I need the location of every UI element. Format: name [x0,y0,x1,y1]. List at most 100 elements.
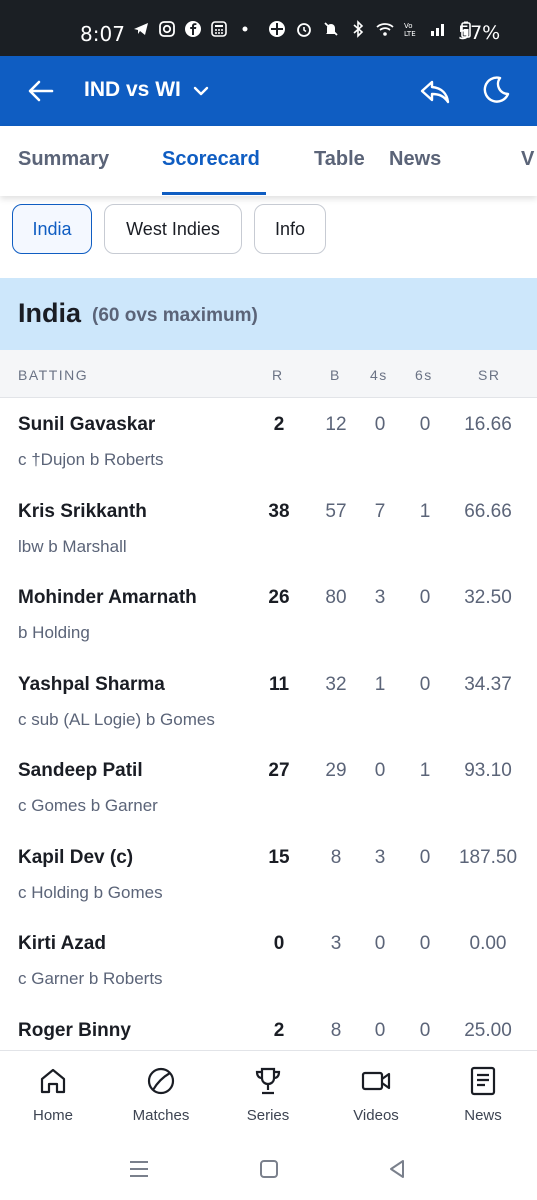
batter-name[interactable]: Sunil Gavaskar [18,414,155,436]
home-button-icon[interactable] [258,1158,280,1180]
recent-apps-icon[interactable] [128,1158,150,1180]
fours-value: 1 [374,673,386,695]
strike-rate-value: 0.00 [469,933,507,954]
nav-matches-label: Matches [132,1107,190,1124]
chip-india[interactable]: India [12,204,92,254]
runs-value: 2 [273,1019,285,1041]
sixes-value: 0 [419,587,431,608]
fours-value: 0 [374,1019,386,1041]
sixes-value: 0 [419,846,431,868]
batter-row[interactable]: Mohinder Amarnath b Holding 26 80 3 0 32.50 [0,571,537,657]
sixes-value: 0 [419,933,431,954]
batter-name[interactable]: Roger Binny [18,1020,131,1042]
notification-icons [132,20,254,38]
dark-mode-icon[interactable] [480,74,512,106]
bluetooth-icon [353,20,364,38]
app-bar: IND vs WI [0,56,537,126]
more-dot-icon [242,26,248,32]
fours-value: 3 [374,846,386,868]
dismissal-text: c †Dujon b Roberts [18,450,164,469]
strike-rate-value: 25.00 [464,1019,512,1041]
balls-value: 32 [325,673,347,695]
team-chips: India West Indies Info [0,204,537,254]
tab-summary[interactable]: Summary [18,148,109,171]
batter-name[interactable]: Yashpal Sharma [18,674,165,696]
mute-icon [324,22,338,36]
sixes-value: 1 [419,500,431,522]
balls-value: 29 [325,760,347,781]
batter-row[interactable]: Kapil Dev (c) c Holding b Gomes 15 8 3 0 187.5… [0,831,537,917]
runs-value: 11 [268,673,290,695]
balls-value: 80 [325,587,347,608]
col-fours: 4s [370,367,388,383]
chevron-down-icon[interactable] [192,82,210,100]
wifi-icon [376,23,394,36]
alarm-icon [297,23,311,37]
batter-row[interactable]: Kirti Azad c Garner b Roberts 0 3 0 0 0.00 [0,917,537,1003]
batter-name[interactable]: Kirti Azad [18,933,106,955]
innings-overs-limit: (60 ovs maximum) [92,305,258,326]
instagram-icon [159,21,175,37]
tab-news[interactable]: News [389,148,441,171]
data-saver-icon [269,21,285,37]
col-sixes: 6s [415,367,433,383]
batter-row[interactable]: Yashpal Sharma c sub (AL Logie) b Gomes 11… [0,658,537,744]
batter-name[interactable]: Mohinder Amarnath [18,587,197,609]
telegram-icon [134,23,148,35]
innings-team-name: India [18,298,82,328]
system-icons: Vo LTE [268,20,475,38]
sixes-value: 0 [419,414,431,435]
status-bar: 8:07 Vo LTE 57% [0,0,537,56]
share-icon[interactable] [418,74,452,108]
batter-name[interactable]: Kris Srikkanth [18,501,147,523]
balls-value: 3 [330,933,342,954]
strike-rate-value: 34.37 [464,673,512,695]
batter-name[interactable]: Kapil Dev (c) [18,847,133,869]
nav-home-label: Home [32,1107,73,1124]
dismissal-text: lbw b Marshall [18,536,127,556]
match-title[interactable]: IND vs WI [84,78,181,102]
runs-value: 26 [268,587,290,608]
col-strike-rate: SR [478,367,501,383]
fours-value: 3 [374,587,386,608]
nav-videos[interactable]: Videos [326,1065,426,1124]
back-arrow-icon[interactable] [26,76,56,106]
strike-rate-value: 187.50 [458,846,518,868]
batter-row[interactable]: Kris Srikkanth lbw b Marshall 38 57 7 1 66.66 [0,485,537,571]
tab-videos[interactable]: V [521,148,534,171]
batter-row[interactable]: Sandeep Patil c Gomes b Garner 27 29 0 1 93.10 [0,744,537,830]
volte-icon: VoLTE [404,22,416,38]
dismissal-text: c Gomes b Garner [18,796,158,815]
nav-home[interactable]: Home [3,1065,103,1124]
runs-value: 15 [268,846,290,868]
fours-value: 7 [374,500,386,522]
batting-column-header: BATTING R B 4s 6s SR [0,350,537,398]
balls-value: 57 [325,500,347,522]
calculator-icon [211,21,227,37]
dismissal-text: b Holding [18,623,90,642]
tab-scorecard[interactable]: Scorecard [162,148,260,171]
sixes-value: 0 [419,1019,431,1041]
nav-news[interactable]: News [433,1065,533,1124]
active-tab-indicator [162,192,266,195]
col-batting: BATTING [18,367,89,383]
back-button-icon[interactable] [386,1158,408,1180]
strike-rate-value: 32.50 [464,587,512,608]
col-runs: R [272,367,284,383]
chip-west-indies[interactable]: West Indies [104,204,242,254]
chip-info[interactable]: Info [254,204,326,254]
batter-name[interactable]: Sandeep Patil [18,760,143,782]
tab-table[interactable]: Table [314,148,365,171]
nav-series[interactable]: Series [218,1065,318,1124]
trophy-icon [255,1067,281,1095]
news-icon [470,1066,496,1096]
nav-videos-label: Videos [353,1107,399,1124]
batter-row[interactable]: Sunil Gavaskar c †Dujon b Roberts 2 12 0 0 16.… [0,398,537,484]
runs-value: 0 [273,933,285,954]
sixes-value: 1 [419,760,431,781]
runs-value: 38 [268,500,290,522]
balls-value: 8 [330,1019,342,1041]
nav-matches[interactable]: Matches [111,1065,211,1124]
dismissal-text: c Holding b Gomes [18,882,163,902]
runs-value: 27 [268,760,290,781]
